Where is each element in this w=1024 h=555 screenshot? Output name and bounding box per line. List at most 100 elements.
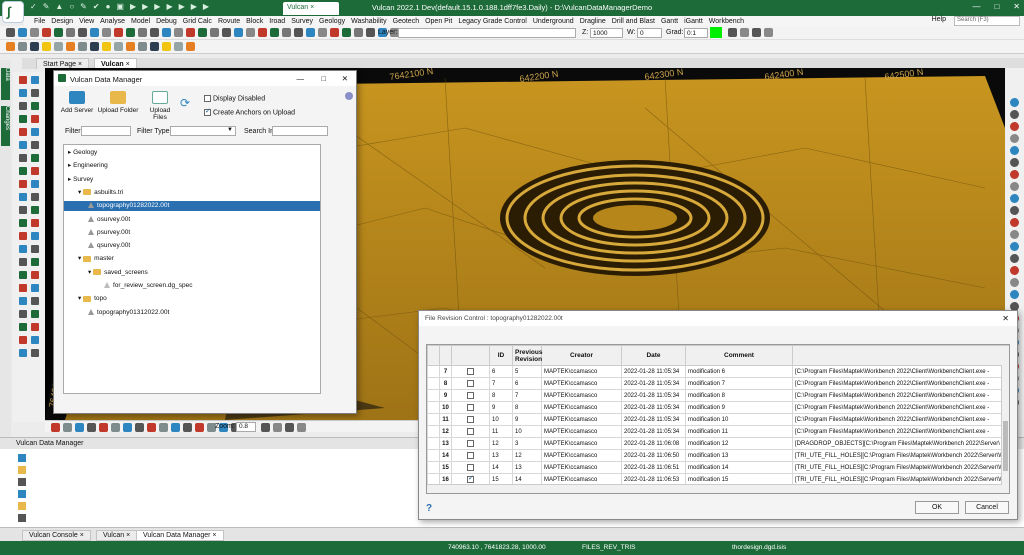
draw-tool-icon[interactable]	[19, 232, 27, 240]
tree-item[interactable]: topography01282022.00t	[64, 201, 320, 212]
row-checkbox[interactable]	[467, 367, 474, 375]
column-comment[interactable]: Comment	[685, 345, 793, 366]
column-previous-revision[interactable]: Previous Revision	[512, 345, 542, 366]
view-tool-icon[interactable]	[1010, 206, 1019, 215]
draw-tool-icon[interactable]	[19, 284, 27, 292]
toolbar-tool-icon[interactable]	[102, 42, 111, 51]
window-controls[interactable]: — □ ✕	[972, 2, 1020, 11]
w-input[interactable]: 0	[637, 28, 662, 38]
view-tool-icon[interactable]	[1010, 134, 1019, 143]
row-checkbox[interactable]	[467, 463, 474, 471]
cancel-button[interactable]: Cancel	[965, 501, 1009, 514]
toolbar-tool-icon[interactable]	[126, 28, 135, 37]
table-row[interactable]: 14 13 12 MAPTEK\ccamasco 2022-01-28 11:06:50…	[427, 449, 1009, 462]
data-manager-titlebar[interactable]: Vulcan Data Manager — □ ✕	[54, 71, 356, 86]
toolbar-tool-icon[interactable]	[90, 28, 99, 37]
draw-tool-icon[interactable]	[31, 336, 39, 344]
view-tool-icon[interactable]	[1010, 170, 1019, 179]
draw-tool-icon[interactable]	[19, 336, 27, 344]
tree-item[interactable]: ▾ saved_screens	[88, 268, 148, 278]
view-tool-icon[interactable]	[1010, 194, 1019, 203]
close-icon[interactable]: ✕	[342, 74, 348, 83]
draw-tool-icon[interactable]	[31, 349, 39, 357]
draw-tool-icon[interactable]	[31, 206, 39, 214]
close-icon[interactable]: ✕	[1002, 314, 1009, 323]
toolbar-tool-icon[interactable]	[54, 42, 63, 51]
menu-igantt[interactable]: iGantt	[684, 18, 703, 25]
toolbar-tool-icon[interactable]	[174, 42, 183, 51]
toolbar-tool-icon[interactable]	[246, 28, 255, 37]
draw-tool-icon[interactable]	[31, 89, 39, 97]
grad-input[interactable]: 0:1	[684, 28, 708, 38]
display-disabled-checkbox[interactable]	[204, 95, 211, 102]
table-row[interactable]: 13 12 3 MAPTEK\ccamasco 2022-01-28 11:06:08 m…	[427, 437, 1009, 450]
menu-underground[interactable]: Underground	[533, 18, 574, 25]
toolbar-tool-icon[interactable]	[54, 28, 63, 37]
toolbar-tool-icon[interactable]	[78, 28, 87, 37]
draw-tool-icon[interactable]	[31, 167, 39, 175]
tree-item[interactable]: osurvey.00t	[88, 215, 130, 225]
toolbar-tool-icon[interactable]	[90, 42, 99, 51]
toolbar-tool-icon[interactable]	[210, 28, 219, 37]
view-tool-icon[interactable]	[1010, 290, 1019, 299]
toolbar-tool-icon[interactable]	[195, 423, 204, 432]
display-disabled-option[interactable]: Display Disabled	[204, 95, 265, 102]
menu-debug[interactable]: Debug	[156, 18, 177, 25]
toolbar-tool-icon[interactable]	[261, 423, 270, 432]
view-tool-icon[interactable]	[1010, 218, 1019, 227]
menu-washability[interactable]: Washability	[351, 18, 387, 25]
view-tool-icon[interactable]	[1010, 230, 1019, 239]
view-tool-icon[interactable]	[1010, 182, 1019, 191]
side-tab-data[interactable]: Data	[1, 68, 10, 100]
draw-tool-icon[interactable]	[31, 115, 39, 123]
toolbar-tool-icon[interactable]	[150, 42, 159, 51]
menu-view[interactable]: View	[79, 18, 94, 25]
draw-tool-icon[interactable]	[19, 115, 27, 123]
toolbar-tool-icon[interactable]	[258, 28, 267, 37]
table-row[interactable]: 9 8 7 MAPTEK\ccamasco 2022-01-28 11:05:34 mod…	[427, 389, 1009, 402]
toolbar-tool-icon[interactable]	[752, 28, 761, 37]
vulcan-logo-icon[interactable]: ∫	[2, 1, 24, 23]
draw-tool-icon[interactable]	[31, 180, 39, 188]
row-select-cell[interactable]	[451, 377, 490, 390]
panel-action-icon[interactable]	[18, 466, 26, 474]
row-select-cell[interactable]	[451, 425, 490, 438]
toolbar-tool-icon[interactable]	[294, 28, 303, 37]
z-input[interactable]: 1000	[590, 28, 623, 38]
row-select-cell[interactable]	[451, 401, 490, 414]
toolbar-tool-icon[interactable]	[66, 42, 75, 51]
draw-tool-icon[interactable]	[19, 128, 27, 136]
filter-input[interactable]	[81, 126, 131, 136]
toolbar-tool-icon[interactable]	[78, 42, 87, 51]
toolbar-tool-icon[interactable]	[63, 423, 72, 432]
expand-arrow-icon[interactable]: ▸	[68, 162, 71, 169]
tree-item[interactable]: topography01312022.00t	[88, 308, 169, 318]
menu-grid-calc[interactable]: Grid Calc	[183, 18, 212, 25]
upload-folder-button[interactable]: Upload Folder	[97, 91, 139, 114]
create-anchors-option[interactable]: Create Anchors on Upload	[204, 107, 295, 116]
draw-tool-icon[interactable]	[31, 102, 39, 110]
toolbar-tool-icon[interactable]	[99, 423, 108, 432]
expand-arrow-icon[interactable]: ▸	[68, 149, 71, 156]
toolbar-tool-icon[interactable]	[171, 423, 180, 432]
toolbar-tool-icon[interactable]	[183, 423, 192, 432]
menu-geology[interactable]: Geology	[319, 18, 345, 25]
minimize-icon[interactable]: —	[972, 2, 980, 11]
toolbar-tool-icon[interactable]	[114, 42, 123, 51]
draw-tool-icon[interactable]	[31, 128, 39, 136]
draw-tool-icon[interactable]	[31, 271, 39, 279]
draw-tool-icon[interactable]	[19, 154, 27, 162]
toolbar-tool-icon[interactable]	[75, 423, 84, 432]
pin-icon[interactable]	[345, 92, 353, 100]
collapse-arrow-icon[interactable]: ▾	[88, 269, 91, 276]
draw-tool-icon[interactable]	[31, 219, 39, 227]
toolbar-tool-icon[interactable]	[150, 28, 159, 37]
panel-action-icon[interactable]	[18, 502, 26, 510]
view-tool-icon[interactable]	[1010, 146, 1019, 155]
table-row[interactable]: 15 14 13 MAPTEK\ccamasco 2022-01-28 11:06:51…	[427, 461, 1009, 474]
toolbar-tool-icon[interactable]	[330, 28, 339, 37]
row-checkbox[interactable]	[467, 391, 474, 399]
collapse-arrow-icon[interactable]: ▾	[78, 189, 81, 196]
toolbar-tool-icon[interactable]	[102, 28, 111, 37]
toolbar-tool-icon[interactable]	[318, 28, 327, 37]
